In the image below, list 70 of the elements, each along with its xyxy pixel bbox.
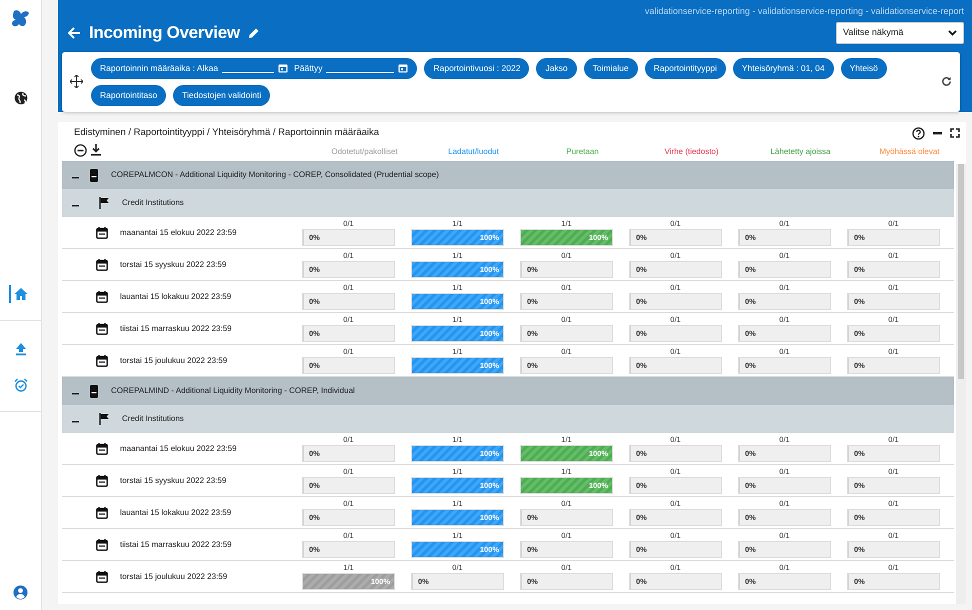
filter-chip[interactable]: Raportointitaso <box>91 84 166 106</box>
calendar-icon <box>96 442 108 455</box>
date-range-filter[interactable]: Raportoinnin määräaika : Alkaa Päättyy <box>91 58 418 78</box>
calendar-icon[interactable] <box>398 63 408 73</box>
fullscreen-icon[interactable] <box>950 128 960 138</box>
flag-icon <box>99 197 110 210</box>
deadline-date: tiistai 15 marraskuu 2022 23:59 <box>120 322 232 335</box>
view-select[interactable]: Valitse näkymä <box>836 22 964 44</box>
home-icon <box>14 287 28 301</box>
group-row[interactable]: COREPALMIND - Additional Liquidity Monitoring - COREP, Individual <box>62 377 954 406</box>
back-button[interactable] <box>68 24 81 41</box>
user-icon <box>13 584 28 600</box>
filter-chip[interactable]: Tiedostojen validointi <box>173 84 270 106</box>
flag-icon <box>99 413 110 426</box>
column-header: Lähetetty ajoissa <box>769 146 832 158</box>
panel-title: Edistyminen / Raportointityyppi / Yhteisöryhmä / Raportoinnin määräaika <box>74 126 380 140</box>
chevron-down-icon <box>948 30 957 36</box>
calendar-icon <box>96 354 108 367</box>
start-date-label: Raportoinnin määräaika : Alkaa <box>100 62 218 74</box>
end-date-label: Päättyy <box>294 62 322 74</box>
filter-chip[interactable]: Jakso <box>536 58 577 78</box>
deadline-date: lauantai 15 lokakuu 2022 23:59 <box>120 506 232 519</box>
move-icon[interactable] <box>70 75 83 88</box>
filter-chip[interactable]: Raportointivuosi : 2022 <box>424 58 530 78</box>
filter-chip[interactable]: Yhteisö <box>840 58 887 78</box>
calendar-icon <box>96 322 108 335</box>
deadline-date: torstai 15 joulukuu 2022 23:59 <box>120 570 228 583</box>
deadline-date: lauantai 15 lokakuu 2022 23:59 <box>120 290 232 303</box>
calendar-icon <box>96 538 108 551</box>
calendar-icon <box>96 570 108 583</box>
calendar-icon <box>96 258 108 271</box>
filter-chip[interactable]: Yhteisöryhmä : 01, 04 <box>732 58 834 78</box>
environment-label: validationservice-reporting - validationservice-reporting - validationservice-report <box>644 6 964 16</box>
subgroup-title: Credit Institutions <box>122 197 184 210</box>
book-icon <box>89 384 99 398</box>
group-title: COREPALMCON - Additional Liquidity Monitoring - COREP, Consolidated (Prudential scope) <box>111 169 439 182</box>
subgroup-row[interactable]: Credit Institutions <box>62 405 954 434</box>
page-title: Incoming Overview <box>89 22 240 44</box>
help-icon[interactable] <box>912 126 925 140</box>
book-icon <box>89 168 99 182</box>
filter-chip[interactable]: Toimialue <box>584 58 638 78</box>
deadline-date: tiistai 15 marraskuu 2022 23:59 <box>120 538 232 551</box>
calendar-icon <box>96 290 108 303</box>
column-header: Virhe (tiedosto) <box>663 146 720 158</box>
calendar-icon[interactable] <box>278 63 288 73</box>
column-header: Ladatut/luodut <box>447 146 500 158</box>
download-icon[interactable] <box>91 144 101 156</box>
deadline-date: torstai 15 syyskuu 2022 23:59 <box>120 474 226 487</box>
column-header: Puretaan <box>565 146 600 158</box>
deadline-date: torstai 15 joulukuu 2022 23:59 <box>120 354 228 367</box>
refresh-icon[interactable] <box>941 76 952 87</box>
collapse-all-icon[interactable] <box>74 144 87 157</box>
calendar-icon <box>96 506 108 519</box>
calendar-icon <box>96 474 108 487</box>
subgroup-row[interactable]: Credit Institutions <box>62 189 954 218</box>
column-header: Odotetut/pakolliset <box>330 146 399 158</box>
column-header: Myöhässä olevat <box>878 146 941 158</box>
scrollbar[interactable] <box>956 164 966 604</box>
deadline-date: torstai 15 syyskuu 2022 23:59 <box>120 258 226 271</box>
group-row[interactable]: COREPALMCON - Additional Liquidity Monitoring - COREP, Consolidated (Prudential scope) <box>62 161 954 190</box>
globe-icon <box>14 91 28 105</box>
filter-chip[interactable]: Raportointityyppi <box>644 58 726 78</box>
upload-icon <box>14 342 28 356</box>
alarm-icon <box>14 378 28 392</box>
deadline-date: maanantai 15 elokuu 2022 23:59 <box>120 226 237 239</box>
deadline-date: maanantai 15 elokuu 2022 23:59 <box>120 442 237 455</box>
subgroup-title: Credit Institutions <box>122 413 184 426</box>
minimize-icon[interactable] <box>933 132 942 135</box>
calendar-icon <box>96 226 108 239</box>
group-title: COREPALMIND - Additional Liquidity Monitoring - COREP, Individual <box>111 385 355 398</box>
